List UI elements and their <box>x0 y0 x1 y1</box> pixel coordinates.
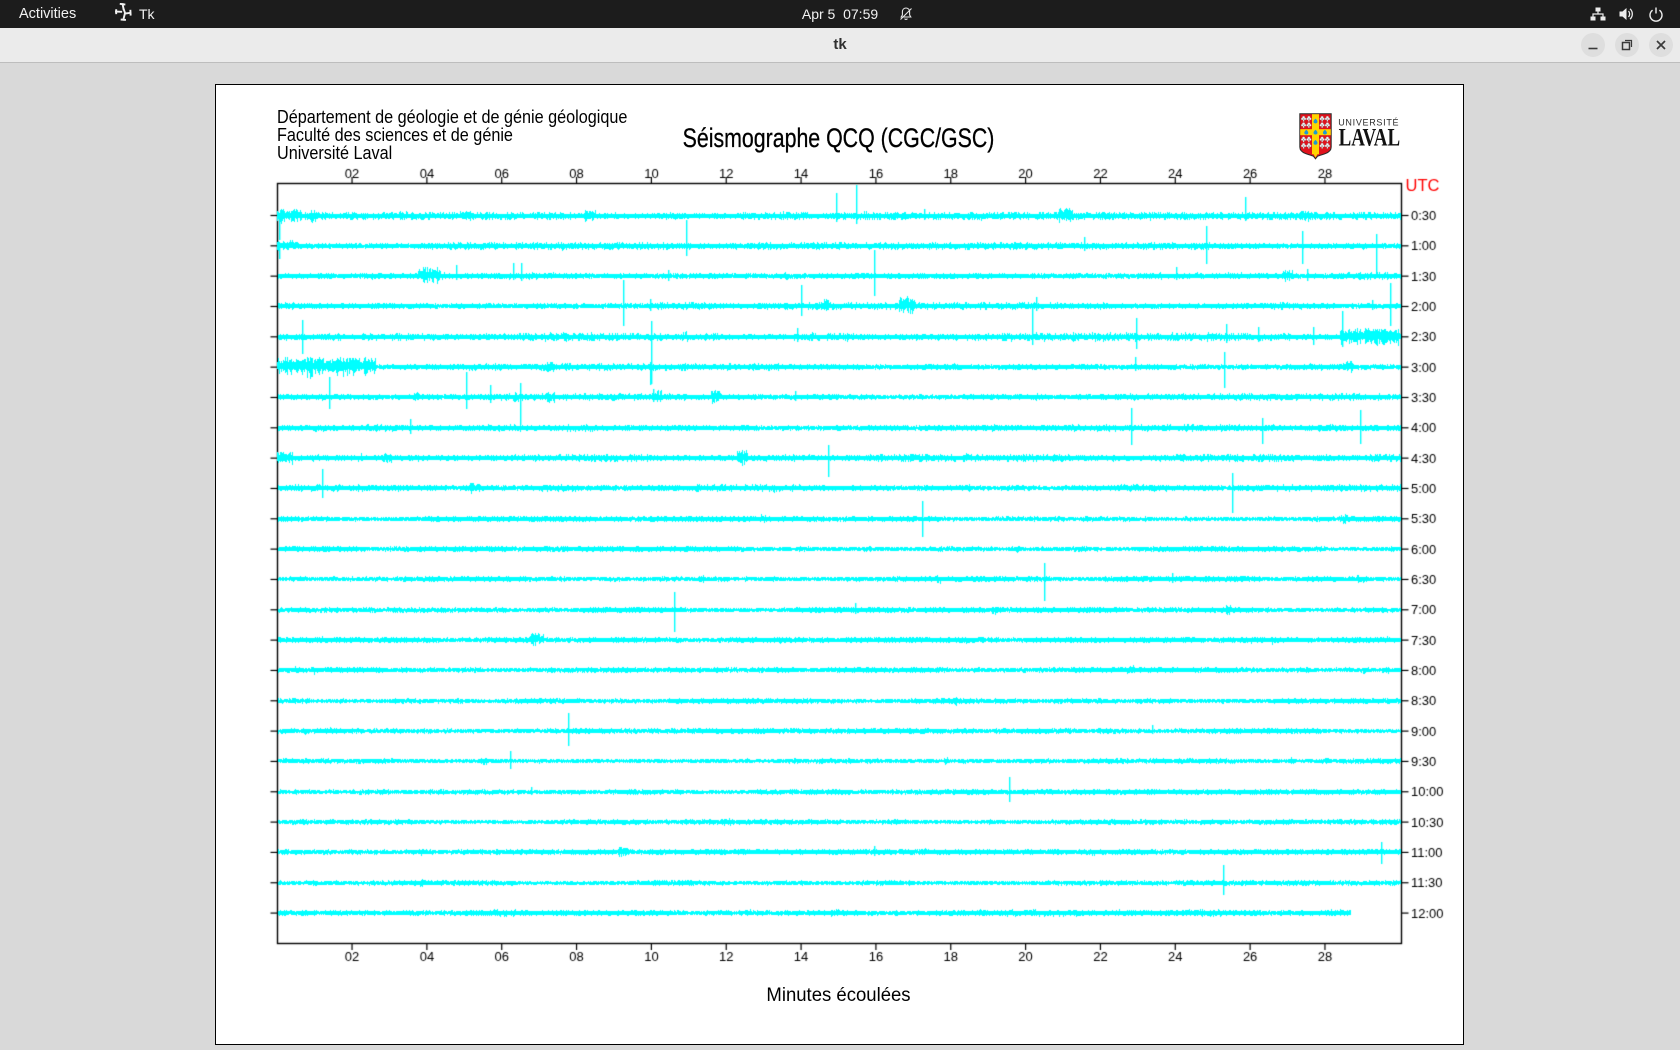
svg-text:LAVAL: LAVAL <box>1339 125 1401 152</box>
